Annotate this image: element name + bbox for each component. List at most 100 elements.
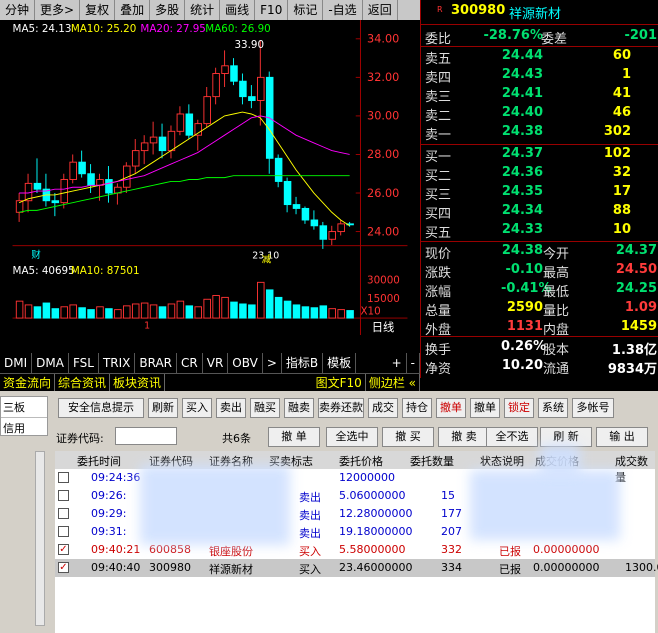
toolbar-item[interactable]: 多股 — [150, 0, 186, 20]
toolbar-item[interactable]: 更多> — [35, 0, 81, 20]
action-button[interactable]: 输 出 — [596, 427, 648, 447]
stat-row: 涨跌 -0.10 最高 24.50 — [425, 262, 657, 281]
row-checkbox[interactable] — [58, 490, 69, 501]
trade-button[interactable]: 多帐号 — [572, 398, 614, 418]
column-header[interactable]: 状态说明 — [480, 453, 524, 469]
volume-bar — [123, 305, 131, 319]
order-cell: 09:24:36 — [91, 471, 141, 484]
tab-sanban[interactable]: 三板 — [1, 397, 47, 417]
column-header[interactable]: 委托数量 — [410, 453, 454, 469]
trade-button[interactable]: 融卖 — [284, 398, 314, 418]
toolbar-item[interactable]: 复权 — [80, 0, 116, 20]
order-row[interactable]: ✓ 09:40:40 300980 祥源新材 买入 23.46000000 334 已报 0.0… — [55, 559, 658, 577]
ask-row: 卖四 24.43 1 — [425, 67, 631, 86]
trade-button[interactable]: 锁定 — [504, 398, 534, 418]
price-tick: 32.00 — [367, 71, 399, 84]
trade-button[interactable]: 卖券还款 — [318, 398, 364, 418]
order-cell: 09:40:40 — [91, 561, 141, 574]
toolbar-item[interactable]: 返回 — [363, 0, 398, 20]
action-button[interactable]: 撤 卖 — [438, 427, 490, 447]
candle-body — [239, 80, 247, 98]
row-checkbox[interactable]: ✓ — [58, 562, 69, 573]
candle-body — [69, 161, 77, 180]
order-cell: 334 — [441, 561, 462, 574]
volume-bar — [265, 289, 274, 319]
trade-button[interactable]: 系统 — [538, 398, 568, 418]
indicator-tab[interactable]: TRIX — [99, 353, 136, 373]
toolbar-item[interactable]: 标记 — [288, 0, 324, 20]
info-right-tab[interactable]: 侧边栏 « — [366, 374, 420, 391]
trade-button[interactable]: 安全信息提示 — [58, 398, 144, 418]
info-tab[interactable]: 资金流向 — [0, 374, 56, 391]
candle-body — [176, 113, 185, 132]
ma20-legend: MA20: 27.95 — [140, 23, 205, 35]
blur-overlay — [470, 470, 620, 540]
row-checkbox[interactable] — [58, 526, 69, 537]
toolbar-item[interactable]: -自选 — [323, 0, 363, 20]
toolbar-item[interactable]: 统计 — [185, 0, 221, 20]
trade-button[interactable]: 撤单 — [470, 398, 500, 418]
order-cell: 卖出 — [299, 491, 321, 504]
volume-bar — [42, 302, 51, 319]
left-scrollbar[interactable] — [35, 451, 45, 626]
trade-button[interactable]: 成交 — [368, 398, 398, 418]
indicator-tab[interactable]: 指标B — [282, 353, 324, 373]
action-button[interactable]: 全不选 — [486, 427, 538, 447]
webi-row: 委比 -28.76% 委差 -201 — [425, 28, 657, 47]
indicator-tab[interactable]: VR — [203, 353, 229, 373]
trade-button[interactable]: 刷新 — [148, 398, 178, 418]
stock-name: 祥源新材 — [509, 7, 562, 22]
volume-bar — [87, 309, 95, 319]
action-button[interactable]: 撤 买 — [382, 427, 434, 447]
indicator-tab[interactable]: 模板 — [323, 353, 357, 373]
blur-overlay — [140, 465, 290, 545]
ma60-legend: MA60: 26.90 — [205, 23, 270, 35]
info-tab[interactable]: 综合资讯 — [55, 374, 111, 391]
action-button[interactable]: 全选中 — [326, 427, 378, 447]
row-checkbox[interactable] — [58, 472, 69, 483]
info-tab[interactable]: 板块资讯 — [110, 374, 166, 391]
toolbar-item[interactable]: 画线 — [220, 0, 256, 20]
stat-row: 外盘 1131 内盘 1459 — [425, 319, 657, 338]
zoom-in-button[interactable]: + — [388, 353, 407, 373]
indicator-tab[interactable]: > — [263, 353, 282, 373]
indicator-tab[interactable]: DMA — [32, 353, 69, 373]
candle-body — [158, 136, 167, 152]
column-header[interactable]: 委托价格 — [339, 453, 383, 469]
volume-bar — [328, 308, 337, 319]
trade-button[interactable]: 卖出 — [216, 398, 246, 418]
toolbar-item[interactable]: 叠加 — [115, 0, 151, 20]
trade-button[interactable]: 持仓 — [402, 398, 432, 418]
volume-bar — [239, 303, 247, 319]
trade-button[interactable]: 撤单 — [436, 398, 466, 418]
toolbar-item[interactable]: F10 — [255, 0, 289, 20]
order-cell: 0.00000000 — [533, 561, 600, 574]
indicator-tab[interactable]: DMI — [0, 353, 33, 373]
ma20-line — [19, 115, 350, 194]
period-label[interactable]: 日线 — [372, 320, 395, 334]
tab-credit[interactable]: 信用 — [1, 417, 47, 438]
candle-body — [78, 161, 86, 175]
trade-button[interactable]: 融买 — [250, 398, 280, 418]
code-input[interactable] — [115, 427, 177, 445]
column-header[interactable]: 委托时间 — [77, 453, 121, 469]
indicator-tab[interactable]: FSL — [69, 353, 99, 373]
indicator-tab[interactable]: BRAR — [135, 353, 178, 373]
zoom-out-button[interactable]: - — [407, 353, 420, 373]
order-cell: 177 — [441, 507, 462, 520]
indicator-tab[interactable]: OBV — [228, 353, 263, 373]
trade-button[interactable]: 买入 — [182, 398, 212, 418]
row-checkbox[interactable] — [58, 508, 69, 519]
volume-bar — [114, 309, 122, 319]
toolbar-item[interactable]: 分钟 — [0, 0, 36, 20]
volume-bar — [257, 281, 265, 319]
volume-bar — [24, 304, 33, 319]
action-button[interactable]: 刷 新 — [540, 427, 592, 447]
volume-bar — [131, 303, 140, 319]
row-checkbox[interactable]: ✓ — [58, 544, 69, 555]
info-right-tab[interactable]: 图文F10 — [313, 374, 366, 391]
vol-tick: 30000 — [367, 274, 400, 286]
action-button[interactable]: 撤 单 — [268, 427, 320, 447]
indicator-tab[interactable]: CR — [177, 353, 203, 373]
volume-bar — [346, 310, 354, 319]
